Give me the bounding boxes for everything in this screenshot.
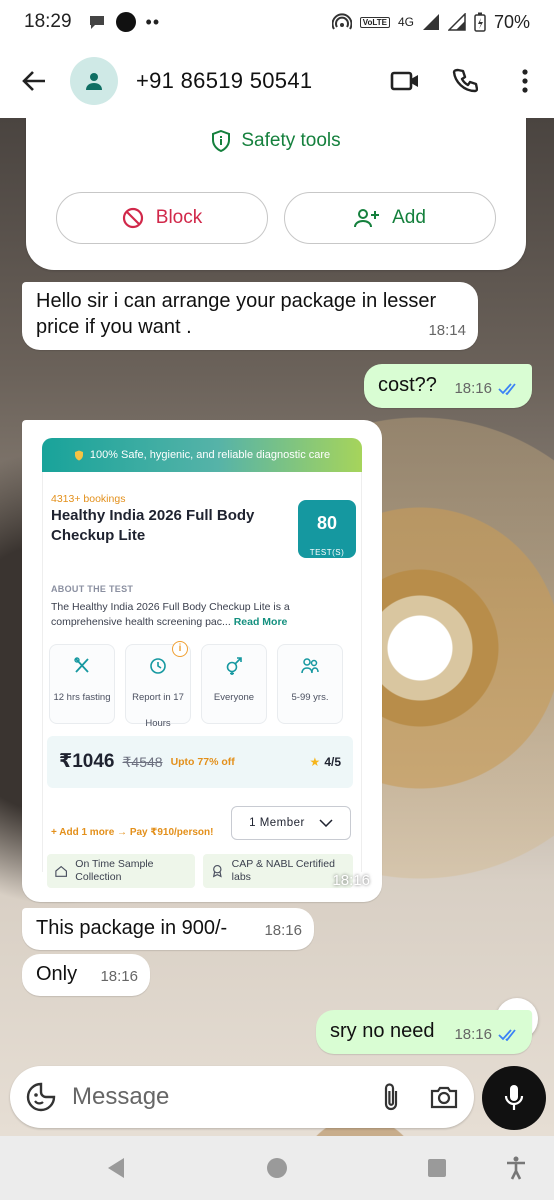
video-call-button[interactable] xyxy=(390,66,420,96)
video-call-icon xyxy=(390,71,418,91)
people-icon xyxy=(301,658,319,674)
read-receipt-icon xyxy=(498,383,516,395)
about-heading: ABOUT THE TEST xyxy=(51,584,134,594)
microphone-icon xyxy=(504,1085,524,1110)
read-more-link[interactable]: Read More xyxy=(234,616,288,628)
price-row: ₹1046 ₹4548 Upto 77% off ★ 4/5 xyxy=(47,736,353,788)
volte-badge: VoLTE xyxy=(359,16,390,28)
add-more-offer[interactable]: + Add 1 more → Pay ₹910/person! xyxy=(51,820,213,846)
chevron-down-icon xyxy=(319,819,333,827)
square-recents-icon xyxy=(428,1159,446,1177)
signal-2-icon xyxy=(447,13,466,31)
nav-home-button[interactable] xyxy=(265,1156,289,1180)
more-options-button[interactable] xyxy=(510,66,540,96)
outgoing-message[interactable]: sry no need 18:16 xyxy=(316,1010,532,1054)
nav-back-button[interactable] xyxy=(104,1156,128,1180)
forward-icon xyxy=(402,652,431,667)
triangle-back-icon xyxy=(108,1158,124,1178)
more-icon xyxy=(522,69,528,93)
add-contact-button[interactable]: Add xyxy=(284,192,496,244)
feature-age: 5-99 yrs. xyxy=(277,644,343,724)
safety-tools-link[interactable]: Safety tools xyxy=(26,130,526,152)
discount-label: Upto 77% off xyxy=(170,756,235,768)
phone-icon xyxy=(452,68,478,93)
notification-dot-icon xyxy=(115,12,136,32)
nav-recents-button[interactable] xyxy=(425,1156,449,1180)
avatar[interactable] xyxy=(70,57,118,105)
accessibility-button[interactable] xyxy=(504,1156,528,1180)
gender-icon xyxy=(226,657,242,675)
message-time: 18:16 xyxy=(264,922,302,939)
feature-report-time: i Report in 17 Hours xyxy=(125,641,191,729)
outgoing-message[interactable]: cost?? 18:16 xyxy=(364,364,532,408)
clock-icon xyxy=(150,658,166,674)
circle-home-icon xyxy=(267,1158,287,1178)
safety-card: Safety tools Block Add xyxy=(26,118,526,270)
message-composer: Message xyxy=(10,1066,474,1128)
feature-gender: Everyone xyxy=(201,644,267,724)
status-bar: 18:29 •• VoLTE 4G 70% xyxy=(0,0,554,44)
home-icon xyxy=(55,865,67,877)
back-button[interactable] xyxy=(16,63,52,99)
shield-check-icon xyxy=(74,450,83,460)
package-card-message[interactable]: 100% Safe, hygienic, and reliable diagno… xyxy=(22,420,382,902)
message-text: This package in 900/- xyxy=(36,917,228,939)
star-icon: ★ xyxy=(309,755,321,769)
trust-badge-sample: On Time Sample Collection xyxy=(47,854,195,888)
person-icon xyxy=(86,73,102,90)
sticker-icon xyxy=(26,1082,56,1112)
back-arrow-icon xyxy=(22,71,45,91)
fork-knife-icon xyxy=(74,657,89,673)
test-count-badge: 80 TEST(S) xyxy=(298,500,356,558)
info-icon[interactable]: i xyxy=(172,641,188,657)
contact-name[interactable]: +91 86519 50541 xyxy=(136,68,312,94)
shield-icon xyxy=(212,130,231,152)
certificate-icon xyxy=(212,864,222,878)
chat-area[interactable]: Safety tools Block Add Hello sir i can a… xyxy=(0,118,554,1136)
incoming-message[interactable]: This package in 900/- 18:16 xyxy=(22,908,314,950)
message-time: 18:14 xyxy=(428,322,466,339)
attach-button[interactable] xyxy=(382,1082,400,1112)
voice-message-button[interactable] xyxy=(482,1066,546,1130)
network-type: 4G xyxy=(397,15,414,29)
block-icon xyxy=(122,207,143,229)
package-details[interactable]: 4313+ bookings Healthy India 2026 Full B… xyxy=(42,472,362,888)
trust-badge-labs: CAP & NABL Certified labs xyxy=(203,854,353,888)
read-receipt-icon xyxy=(498,1029,516,1041)
rating: ★ 4/5 xyxy=(310,749,341,775)
sticker-button[interactable] xyxy=(26,1082,56,1112)
incoming-message[interactable]: Only 18:16 xyxy=(22,954,150,996)
paperclip-icon xyxy=(384,1083,398,1111)
incoming-message[interactable]: Hello sir i can arrange your package in … xyxy=(22,282,478,350)
camera-button[interactable] xyxy=(430,1085,458,1109)
current-price: ₹1046 xyxy=(59,751,115,772)
feature-fasting: 12 hrs fasting xyxy=(49,644,115,724)
about-text: The Healthy India 2026 Full Body Checkup… xyxy=(51,601,290,628)
chat-header: +91 86519 50541 xyxy=(0,44,554,118)
battery-percent: 70% xyxy=(493,11,530,32)
battery-icon xyxy=(474,12,486,32)
more-notifications-icon: •• xyxy=(145,11,161,32)
system-nav-bar xyxy=(0,1136,554,1200)
member-select[interactable]: 1 Member xyxy=(231,806,351,840)
message-time: 18:16 xyxy=(454,1026,492,1043)
block-button[interactable]: Block xyxy=(56,192,268,244)
message-text: Hello sir i can arrange your package in … xyxy=(36,290,437,338)
package-banner: 100% Safe, hygienic, and reliable diagno… xyxy=(42,438,362,472)
accessibility-icon xyxy=(507,1156,525,1180)
original-price: ₹4548 xyxy=(122,754,163,770)
forward-button[interactable] xyxy=(398,642,434,678)
voice-call-button[interactable] xyxy=(450,66,480,96)
hotspot-icon xyxy=(331,13,352,30)
camera-icon xyxy=(430,1086,458,1109)
message-input[interactable]: Message xyxy=(72,1083,169,1111)
message-time: 18:16 xyxy=(100,968,138,985)
message-time: 18:16 xyxy=(332,872,370,889)
add-person-icon xyxy=(354,209,380,228)
package-title: Healthy India 2026 Full Body Checkup Lit… xyxy=(51,507,255,544)
chat-notification-icon xyxy=(89,16,104,29)
signal-icon xyxy=(422,14,439,30)
status-time: 18:29 xyxy=(24,11,72,32)
message-time: 18:16 xyxy=(454,380,492,397)
